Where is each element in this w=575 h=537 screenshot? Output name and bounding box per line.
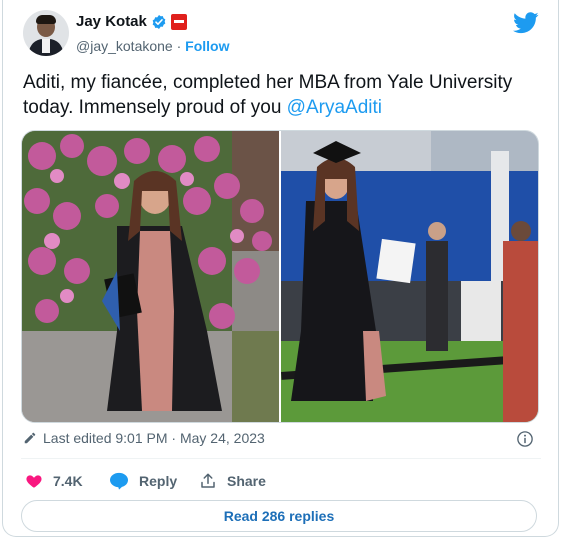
edit-info[interactable]: Last edited 9:01 PM · May 24, 2023 — [23, 430, 265, 446]
edited-label: Last edited 9:01 PM · May 24, 2023 — [43, 430, 265, 446]
verified-badge-icon — [152, 15, 166, 29]
tweet-media — [21, 130, 539, 423]
twitter-bird-icon[interactable] — [513, 12, 539, 34]
tweet-text: Aditi, my fiancée, completed her MBA fro… — [23, 70, 551, 120]
photo-left[interactable] — [22, 131, 279, 422]
tweet-body: Aditi, my fiancée, completed her MBA fro… — [23, 72, 513, 118]
avatar-hair — [36, 15, 56, 24]
photo-right-graphic — [281, 131, 538, 422]
like-count: 7.4K — [53, 473, 83, 489]
reply-button[interactable]: Reply — [109, 472, 177, 490]
affiliate-badge-stripe — [174, 20, 184, 23]
share-label: Share — [227, 473, 266, 489]
photo-right[interactable] — [281, 131, 538, 422]
mention-link[interactable]: @AryaAditi — [287, 97, 382, 118]
author-name[interactable]: Jay Kotak — [76, 12, 147, 32]
like-button[interactable]: 7.4K — [25, 472, 83, 490]
avatar-shirt — [42, 39, 50, 53]
heart-icon — [26, 475, 42, 488]
photo-left-graphic — [22, 131, 279, 422]
author-handle[interactable]: @jay_kotakone — [76, 38, 173, 54]
share-button[interactable]: Share — [199, 472, 266, 490]
affiliate-badge-icon — [171, 14, 187, 30]
avatar[interactable] — [23, 10, 69, 56]
info-icon[interactable] — [516, 430, 534, 448]
read-replies-button[interactable]: Read 286 replies — [21, 500, 537, 532]
pencil-icon — [24, 432, 36, 444]
reply-label: Reply — [139, 473, 178, 489]
handle-separator: · — [176, 38, 182, 54]
reply-bubble-icon — [110, 472, 128, 490]
follow-button[interactable]: Follow — [185, 38, 229, 54]
author-handle-line: @jay_kotakone · Follow — [76, 37, 230, 55]
tweet-card: Jay Kotak @jay_kotakone · Follow Aditi, … — [2, 0, 559, 537]
divider — [21, 458, 541, 459]
share-icon — [201, 473, 215, 488]
